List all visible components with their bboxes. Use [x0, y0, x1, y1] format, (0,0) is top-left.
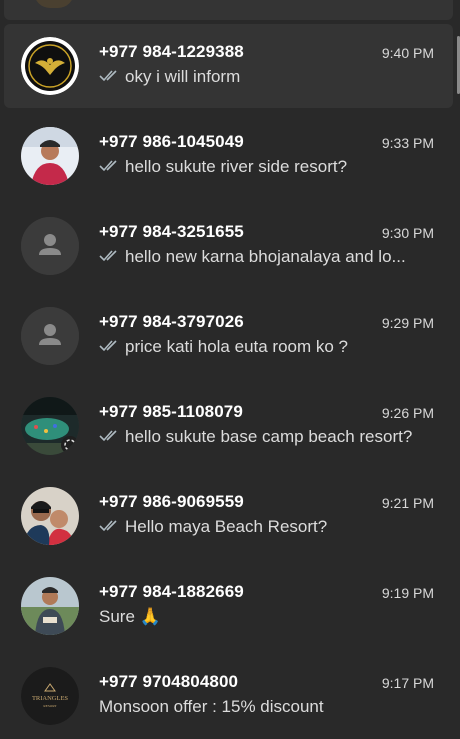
chat-item[interactable]: +977 984-1882669 9:19 PM Sure 🙏: [4, 564, 453, 648]
chat-item[interactable]: +977 984-1229388 9:40 PM oky i will info…: [4, 24, 453, 108]
contact-name: +977 985-1108079: [99, 402, 243, 421]
message-preview-text: oky i will inform: [125, 67, 241, 86]
person-photo-icon: [21, 577, 79, 635]
double-check-icon: [99, 430, 117, 442]
avatar: [21, 487, 79, 545]
message-preview: price kati hola euta room ko ?: [99, 337, 429, 357]
double-check-icon: [99, 250, 117, 262]
contact-name: +977 984-3797026: [99, 312, 244, 331]
logo-text: TRIANGLES: [32, 695, 68, 702]
double-check-icon: [99, 520, 117, 532]
message-preview-text: price kati hola euta room ko ?: [125, 337, 349, 356]
people-photo-icon: [21, 487, 79, 545]
message-preview: Monsoon offer : 15% discount: [99, 697, 324, 716]
chat-list: +977 984-1229388 9:40 PM oky i will info…: [0, 0, 460, 739]
chat-item-partial[interactable]: [4, 0, 453, 20]
message-preview-text: Hello maya Beach Resort?: [125, 517, 328, 536]
avatar: [21, 37, 79, 95]
chat-item[interactable]: TRIANGLES RESORT +977 9704804800 9:17 PM…: [4, 654, 453, 738]
message-time: 9:21 PM: [381, 495, 434, 511]
message-preview-text: hello sukute river side resort?: [125, 157, 348, 176]
message-preview: hello new karna bhojanalaya and lo...: [99, 247, 429, 267]
avatar: [21, 397, 79, 455]
avatar: [21, 577, 79, 635]
message-preview: hello sukute river side resort?: [99, 157, 429, 177]
message-time: 9:30 PM: [381, 225, 434, 241]
logo-subtext: RESORT: [43, 704, 57, 708]
chat-item[interactable]: +977 984-3797026 9:29 PM price kati hola…: [4, 294, 453, 378]
avatar: [21, 127, 79, 185]
contact-name: +977 984-3251655: [99, 222, 244, 241]
chat-item[interactable]: +977 986-9069559 9:21 PM Hello maya Beac…: [4, 474, 453, 558]
message-time: 9:26 PM: [381, 405, 434, 421]
logo-avatar-icon: [21, 37, 79, 95]
double-check-icon: [99, 160, 117, 172]
chat-item[interactable]: +977 984-3251655 9:30 PM hello new karna…: [4, 204, 453, 288]
contact-name: +977 984-1229388: [99, 42, 244, 61]
default-avatar-icon: [21, 217, 79, 275]
resort-logo-icon: TRIANGLES RESORT: [21, 667, 79, 725]
contact-name: +977 9704804800: [99, 672, 239, 691]
avatar: TRIANGLES RESORT: [21, 667, 79, 725]
message-time: 9:17 PM: [381, 675, 434, 691]
double-check-icon: [99, 70, 117, 82]
contact-name: +977 984-1882669: [99, 582, 244, 601]
message-time: 9:33 PM: [381, 135, 434, 151]
message-preview-text: hello new karna bhojanalaya and lo...: [125, 247, 406, 266]
message-time: 9:29 PM: [381, 315, 434, 331]
message-time: 9:40 PM: [381, 45, 434, 61]
pool-photo-icon: [21, 397, 79, 455]
chat-item[interactable]: +977 986-1045049 9:33 PM hello sukute ri…: [4, 114, 453, 198]
default-avatar-icon: [21, 307, 79, 365]
chat-item[interactable]: +977 985-1108079 9:26 PM hello sukute ba…: [4, 384, 453, 468]
avatar: [21, 307, 79, 365]
message-time: 9:19 PM: [381, 585, 434, 601]
message-preview: Hello maya Beach Resort?: [99, 517, 429, 537]
avatar: [34, 0, 74, 8]
message-preview-text: hello sukute base camp beach resort?: [125, 427, 413, 446]
avatar: [21, 217, 79, 275]
double-check-icon: [99, 340, 117, 352]
contact-name: +977 986-9069559: [99, 492, 244, 511]
message-preview: hello sukute base camp beach resort?: [99, 427, 429, 447]
contact-name: +977 986-1045049: [99, 132, 244, 151]
message-preview: Sure 🙏: [99, 607, 161, 626]
person-photo-icon: [21, 127, 79, 185]
message-preview: oky i will inform: [99, 67, 429, 87]
